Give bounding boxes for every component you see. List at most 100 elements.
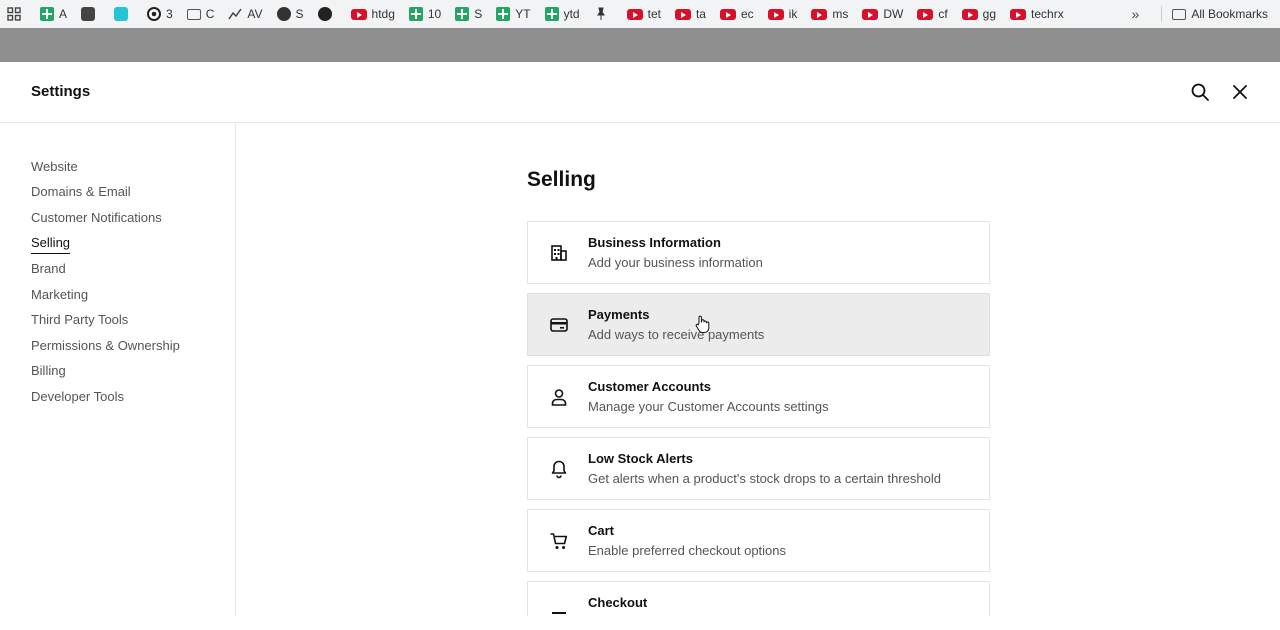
bookmark-label: ms (832, 7, 849, 21)
bookmark-label: AV (247, 7, 263, 21)
bookmark-item[interactable] (311, 0, 344, 28)
all-bookmarks-button[interactable]: All Bookmarks (1161, 6, 1280, 22)
sheets-icon (455, 7, 470, 21)
backdrop-tab (0, 28, 1280, 62)
youtube-icon (719, 8, 736, 20)
sidebar-item-customer-notifications[interactable]: Customer Notifications (31, 209, 162, 227)
bookmark-item[interactable]: tet (620, 0, 668, 28)
credit-card-icon (550, 318, 568, 332)
sidebar-item-website[interactable]: Website (31, 158, 78, 176)
bookmark-item[interactable]: ec (713, 0, 761, 28)
youtube-icon (674, 8, 691, 20)
sidebar-item-third-party-tools[interactable]: Third Party Tools (31, 311, 128, 329)
all-bookmarks-label: All Bookmarks (1191, 7, 1268, 21)
bookmark-item[interactable]: AV (221, 0, 269, 28)
sidebar-item-domains-email[interactable]: Domains & Email (31, 183, 131, 201)
sheets-icon (408, 7, 423, 21)
youtube-icon (1010, 8, 1027, 20)
youtube-icon (811, 8, 828, 20)
youtube-icon (862, 8, 879, 20)
youtube-icon (917, 8, 934, 20)
bookmark-item[interactable]: 3 (140, 0, 180, 28)
search-button[interactable] (1190, 82, 1210, 102)
bookmark-item[interactable]: ta (668, 0, 713, 28)
sidebar-item-billing[interactable]: Billing (31, 362, 66, 380)
bookmark-label: tet (647, 7, 661, 21)
bookmark-item[interactable]: DW (855, 0, 910, 28)
sidebar-item-brand[interactable]: Brand (31, 260, 66, 278)
globe-icon (276, 7, 291, 21)
trend-icon (228, 7, 242, 21)
section-title: Selling (527, 168, 596, 191)
bookmark-item[interactable]: YT (489, 0, 537, 28)
sheets-icon (544, 7, 559, 21)
bookmark-item[interactable] (587, 0, 620, 28)
bookmark-apps[interactable] (0, 0, 33, 28)
folder-icon (1172, 8, 1187, 20)
bookmark-label: techrx (1031, 7, 1064, 21)
sidebar-item-selling[interactable]: Selling (31, 234, 71, 254)
bookmark-label: gg (982, 7, 997, 21)
bookmark-item[interactable]: cf (910, 0, 954, 28)
customer-accounts-card[interactable]: Customer Accounts Manage your Customer A… (527, 365, 990, 428)
bookmark-label: DW (883, 7, 904, 21)
person-icon (551, 389, 567, 406)
puzzle-icon (81, 7, 96, 21)
sidebar-item-permissions-ownership[interactable]: Permissions & Ownership (31, 337, 180, 355)
bookmark-label: ik (788, 7, 798, 21)
sidebar-item-marketing[interactable]: Marketing (31, 286, 88, 304)
bell-icon (551, 460, 567, 479)
bookmark-item[interactable]: 10 (402, 0, 448, 28)
bookmark-item[interactable]: ik (761, 0, 805, 28)
bookmark-item[interactable]: techrx (1003, 0, 1071, 28)
bookmark-item[interactable]: C (180, 0, 222, 28)
bookmark-item[interactable]: htdg (344, 0, 402, 28)
card-description: Enable preferred checkout options (588, 543, 787, 558)
bookmark-item[interactable] (107, 0, 140, 28)
youtube-icon (626, 8, 643, 20)
bookmark-item[interactable] (74, 0, 107, 28)
business-information-card[interactable]: Business Information Add your business i… (527, 221, 990, 284)
bookmark-label: A (59, 7, 68, 21)
hand-cursor-icon (695, 315, 710, 333)
settings-sidebar: Website Domains & Email Customer Notific… (0, 123, 236, 616)
bookmark-label: ta (695, 7, 706, 21)
card-description: Add ways to receive payments (588, 327, 765, 342)
youtube-icon (767, 8, 784, 20)
folder-icon (186, 8, 201, 20)
bookmark-label: ec (740, 7, 754, 21)
bookmark-item[interactable]: S (448, 0, 489, 28)
bookmark-item[interactable]: ms (804, 0, 855, 28)
bookmarks-overflow-button[interactable]: » (1124, 6, 1162, 22)
checkout-card[interactable]: Checkout (527, 581, 990, 616)
card-description: Manage your Customer Accounts settings (588, 399, 829, 414)
apps-grid-icon (7, 7, 21, 21)
bookmark-label: S (474, 7, 483, 21)
low-stock-alerts-card[interactable]: Low Stock Alerts Get alerts when a produ… (527, 437, 990, 500)
bookmark-label: 3 (166, 7, 173, 21)
payments-card[interactable]: Payments Add ways to receive payments (527, 293, 990, 356)
settings-header: Settings (0, 62, 1280, 123)
github-icon (317, 7, 332, 21)
close-button[interactable] (1230, 82, 1250, 102)
bookmark-item[interactable]: gg (955, 0, 1003, 28)
bookmarks-bar: A 3 C AV S htdg 10 S YT ytd tet ta ec ik… (0, 0, 1280, 28)
cart-card[interactable]: Cart Enable preferred checkout options (527, 509, 990, 572)
cyan-app-icon (114, 7, 129, 21)
close-icon (1233, 85, 1247, 99)
search-icon (1191, 83, 1209, 101)
bookmark-item[interactable]: ytd (538, 0, 587, 28)
card-title: Checkout (588, 595, 648, 610)
card-description: Add your business information (588, 255, 763, 270)
bookmark-label: S (295, 7, 304, 21)
card-title: Business Information (588, 235, 721, 250)
ring-icon (147, 7, 162, 21)
card-description: Get alerts when a product's stock drops … (588, 471, 941, 486)
youtube-icon (961, 8, 978, 20)
bookmark-item[interactable]: A (33, 0, 74, 28)
building-icon (551, 245, 567, 261)
pin-icon (594, 7, 608, 21)
sidebar-item-developer-tools[interactable]: Developer Tools (31, 388, 124, 406)
bookmark-item[interactable]: S (270, 0, 311, 28)
bookmark-label: 10 (427, 7, 442, 21)
